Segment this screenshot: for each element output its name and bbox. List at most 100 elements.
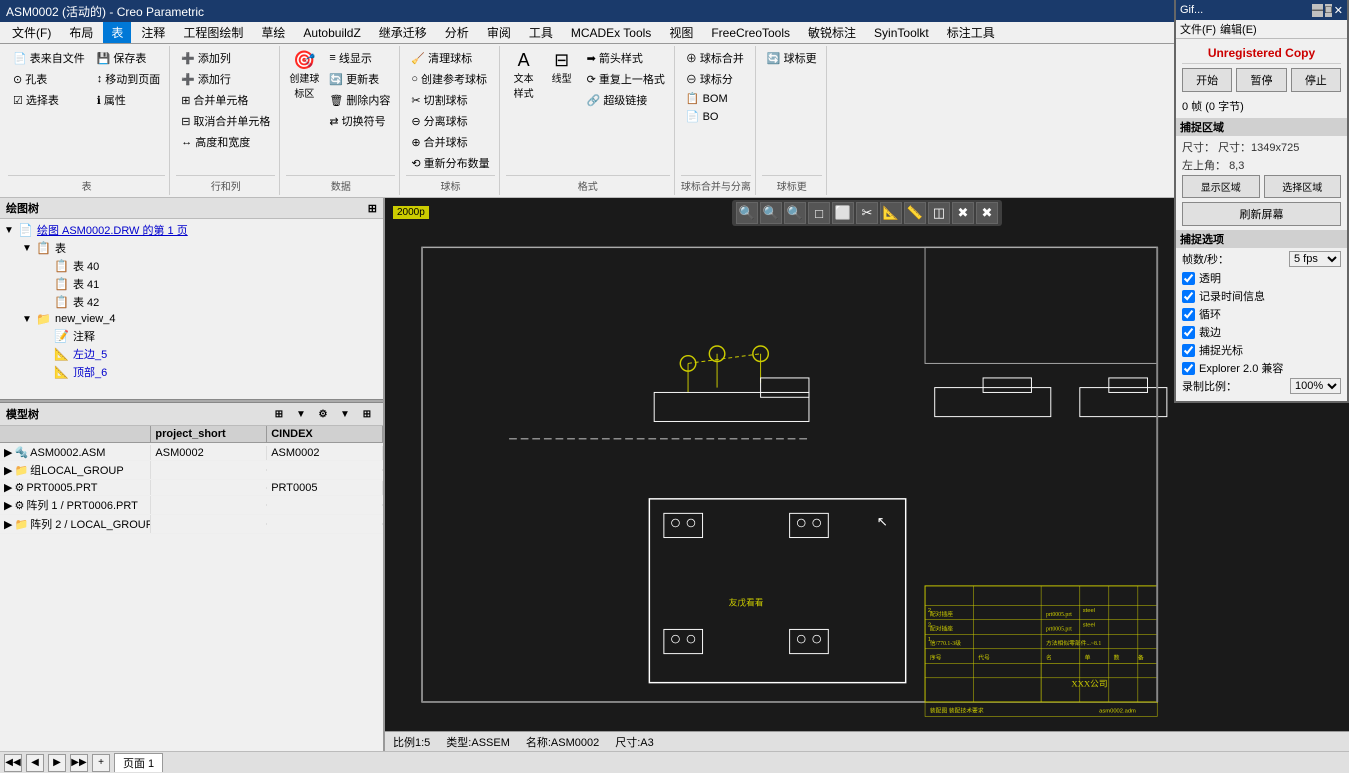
- canvas-btn-cut[interactable]: ✂: [856, 202, 878, 224]
- model-tree-row-asm0002[interactable]: ▶ 🔩 ASM0002.ASM ASM0002 ASM0002: [0, 445, 383, 461]
- gif-select-area-btn[interactable]: 选择区域: [1264, 175, 1342, 198]
- menu-mcadex[interactable]: MCADEx Tools: [563, 24, 659, 42]
- tree-item-top6[interactable]: 📐 顶部_6: [0, 363, 383, 381]
- model-tree-dropdown-btn1[interactable]: ▼: [291, 405, 311, 423]
- ribbon-btn-clean-ball[interactable]: 🧹清理球标: [406, 48, 494, 68]
- tree-expand-t40[interactable]: [40, 261, 50, 272]
- menu-layout[interactable]: 布局: [61, 22, 101, 43]
- menu-freecreo[interactable]: FreeCreoTools: [703, 24, 798, 42]
- ribbon-btn-repeat-format[interactable]: ⟳重复上一格式: [582, 69, 670, 89]
- expand-asm[interactable]: ▶: [4, 446, 12, 459]
- nav-prev-btn[interactable]: ◀: [26, 754, 44, 772]
- expand-prt5[interactable]: ▶: [4, 481, 12, 494]
- menu-analysis[interactable]: 分析: [437, 22, 477, 43]
- tree-expand-table[interactable]: ▼: [22, 243, 32, 254]
- model-tree-dropdown-btn2[interactable]: ▼: [335, 405, 355, 423]
- ribbon-btn-ball-merge[interactable]: ⊕ 球标合并: [681, 48, 749, 68]
- ribbon-btn-ball-sep[interactable]: ⊖ 球标分: [681, 69, 749, 89]
- tree-item-table42[interactable]: 📋 表 42: [0, 293, 383, 311]
- tree-expand-ann[interactable]: [40, 331, 50, 342]
- ribbon-btn-text-style[interactable]: A 文本样式: [506, 48, 542, 103]
- ribbon-btn-toggle-symbol[interactable]: ⇄切换符号: [324, 111, 395, 131]
- ribbon-btn-merge-ball[interactable]: ⊕合并球标: [406, 132, 494, 152]
- canvas-btn-measure[interactable]: 📐: [880, 202, 902, 224]
- menu-sketch[interactable]: 草绘: [253, 22, 293, 43]
- ribbon-btn-arrow-style[interactable]: ➡箭头样式: [582, 48, 670, 68]
- menu-view[interactable]: 视图: [661, 22, 701, 43]
- ribbon-btn-add-row[interactable]: ➕添加行: [176, 69, 275, 89]
- canvas-btn-rect[interactable]: □: [808, 202, 830, 224]
- canvas-btn-rect2[interactable]: ⬜: [832, 202, 854, 224]
- tree-item-drawing[interactable]: ▼ 📄 绘图 ASM0002.DRW 的第 1 页: [0, 221, 383, 239]
- model-tree-row-prt5[interactable]: ▶ ⚙ PRT0005.PRT PRT0005: [0, 480, 383, 496]
- ribbon-btn-hole-table[interactable]: ⊙孔表: [8, 69, 90, 89]
- ribbon-btn-unmerge-cell[interactable]: ⊟取消合并单元格: [176, 111, 275, 131]
- ribbon-btn-create-ball-area[interactable]: 🎯 创建球标区: [286, 48, 322, 103]
- tree-item-table41[interactable]: 📋 表 41: [0, 275, 383, 293]
- tree-item-table40[interactable]: 📋 表 40: [0, 257, 383, 275]
- ribbon-btn-select-table[interactable]: ☑选择表: [8, 90, 90, 110]
- menu-table[interactable]: 表: [103, 22, 131, 43]
- tree-item-newview4[interactable]: ▼ 📁 new_view_4: [0, 311, 383, 327]
- ribbon-btn-delete-content[interactable]: 🗑删除内容: [324, 90, 395, 110]
- gif-timestamp-input[interactable]: [1182, 290, 1195, 303]
- gif-pause-btn[interactable]: 暂停: [1236, 68, 1286, 92]
- canvas-btn-zoom-out[interactable]: 🔍: [760, 202, 782, 224]
- gif-explorer-input[interactable]: [1182, 362, 1195, 375]
- gif-minimize-btn[interactable]: —: [1312, 4, 1323, 17]
- expand-local[interactable]: ▶: [4, 464, 12, 477]
- menu-drawing[interactable]: 工程图绘制: [175, 22, 251, 43]
- tree-item-table[interactable]: ▼ 📋 表: [0, 239, 383, 257]
- menu-inherit[interactable]: 继承迁移: [371, 22, 435, 43]
- model-tree-rows[interactable]: ▶ 🔩 ASM0002.ASM ASM0002 ASM0002 ▶ 📁 组LOC…: [0, 443, 383, 751]
- gif-refresh-btn[interactable]: 刷新屏幕: [1182, 202, 1341, 226]
- nav-first-btn[interactable]: ◀◀: [4, 754, 22, 772]
- gif-scale-select[interactable]: 100% 50% 75% 150%: [1290, 378, 1341, 394]
- menu-tools[interactable]: 工具: [521, 22, 561, 43]
- nav-next-btn[interactable]: ▶: [48, 754, 66, 772]
- ribbon-btn-height-width[interactable]: ↔高度和宽度: [176, 132, 275, 152]
- model-tree-row-array2[interactable]: ▶ 📁 阵列 2 / LOCAL_GROUP_1: [0, 515, 383, 534]
- ribbon-btn-redistribute[interactable]: ⟲重新分布数量: [406, 153, 494, 173]
- ribbon-btn-add-col[interactable]: ➕添加列: [176, 48, 275, 68]
- menu-autobuildz[interactable]: AutobuildZ: [295, 24, 368, 42]
- canvas-btn-view[interactable]: ◫: [928, 202, 950, 224]
- ribbon-btn-line-display[interactable]: ≡线显示: [324, 48, 395, 68]
- gif-loop-input[interactable]: [1182, 308, 1195, 321]
- gif-menu-file[interactable]: 文件(F): [1180, 21, 1216, 37]
- ribbon-btn-bo[interactable]: 📄 BO: [681, 108, 749, 125]
- model-tree-expand-btn[interactable]: ⊞: [269, 405, 289, 423]
- model-tree-row-local[interactable]: ▶ 📁 组LOCAL_GROUP: [0, 461, 383, 480]
- gif-fps-select[interactable]: 5 fps 1 fps 2 fps 10 fps 15 fps: [1289, 251, 1341, 267]
- tree-expand-l5[interactable]: [40, 349, 50, 360]
- drawing-tree[interactable]: ▼ 📄 绘图 ASM0002.DRW 的第 1 页 ▼ 📋 表 📋 表 40: [0, 219, 383, 399]
- tree-item-left5[interactable]: 📐 左边_5: [0, 345, 383, 363]
- tree-expand-t42[interactable]: [40, 297, 50, 308]
- ribbon-btn-save-table[interactable]: 💾保存表: [92, 48, 166, 68]
- nav-last-btn[interactable]: ▶▶: [70, 754, 88, 772]
- expand-arr2[interactable]: ▶: [4, 518, 12, 531]
- gif-cursor-input[interactable]: [1182, 344, 1195, 357]
- canvas-btn-ruler[interactable]: 📏: [904, 202, 926, 224]
- gif-menu-edit[interactable]: 编辑(E): [1220, 21, 1257, 37]
- menu-annotation[interactable]: 注释: [133, 22, 173, 43]
- canvas-btn-zoom-in[interactable]: 🔍: [784, 202, 806, 224]
- model-tree-row-array1[interactable]: ▶ ⚙ 阵列 1 / PRT0006.PRT: [0, 496, 383, 515]
- ribbon-btn-update-table[interactable]: 🔄更新表: [324, 69, 395, 89]
- ribbon-btn-move-page[interactable]: ↕移动到页面: [92, 69, 166, 89]
- canvas-btn-zoom-fit[interactable]: 🔍: [736, 202, 758, 224]
- gif-close-btn[interactable]: ✕: [1334, 4, 1343, 17]
- ribbon-btn-ball-change[interactable]: 🔄 球标更: [762, 48, 822, 68]
- menu-file[interactable]: 文件(F): [4, 22, 59, 43]
- ribbon-btn-merge-cell[interactable]: ⊞合并单元格: [176, 90, 275, 110]
- ribbon-btn-properties[interactable]: ℹ属性: [92, 90, 166, 110]
- canvas-btn-cross1[interactable]: ✖: [952, 202, 974, 224]
- model-tree-gear-btn[interactable]: ⚙: [313, 405, 333, 423]
- ribbon-btn-line-type[interactable]: ⊟ 线型: [544, 48, 580, 88]
- ribbon-btn-separate-ball[interactable]: ⊖分离球标: [406, 111, 494, 131]
- ribbon-btn-hyperlink[interactable]: 🔗超级链接: [582, 90, 670, 110]
- gif-transparent-input[interactable]: [1182, 272, 1195, 285]
- gif-show-area-btn[interactable]: 显示区域: [1182, 175, 1260, 198]
- canvas-btn-cross2[interactable]: ✖: [976, 202, 998, 224]
- tree-item-annotation[interactable]: 📝 注释: [0, 327, 383, 345]
